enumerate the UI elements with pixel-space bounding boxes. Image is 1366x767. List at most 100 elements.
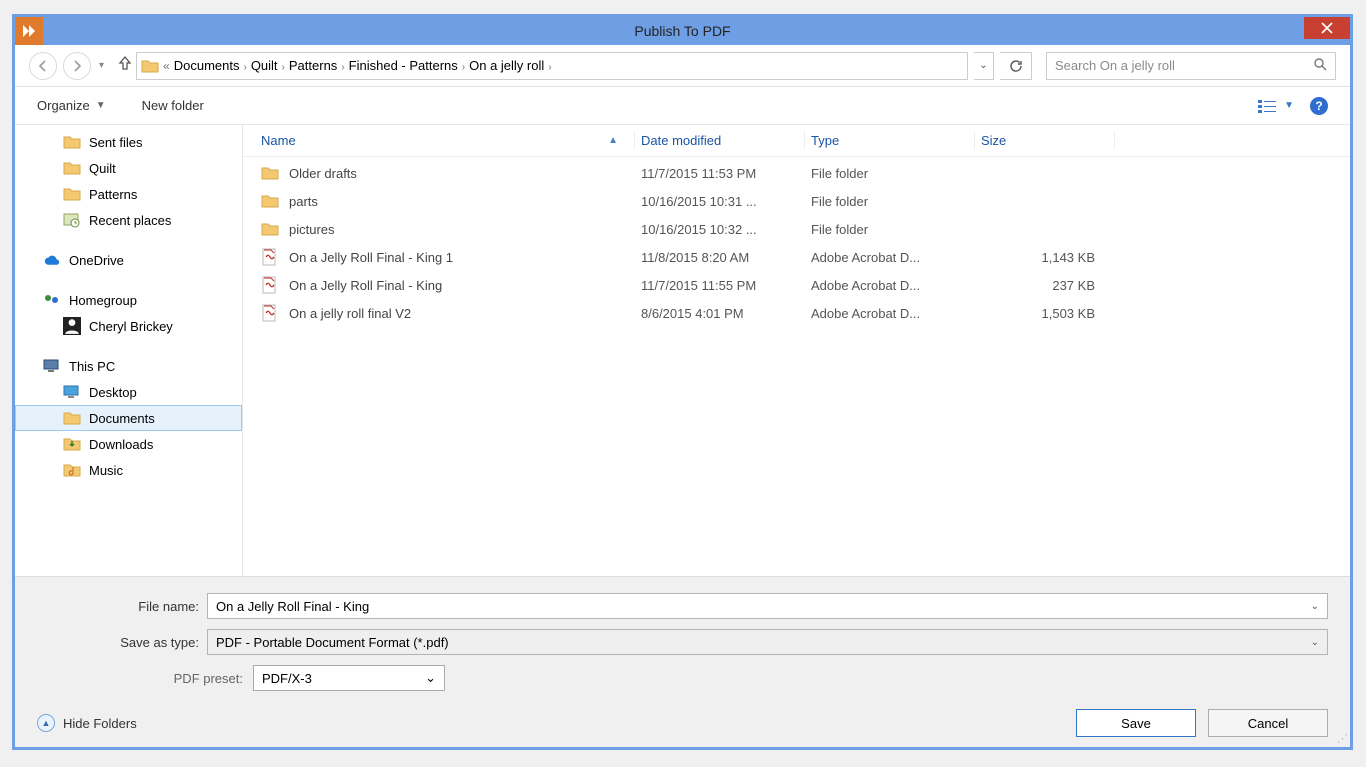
sidebar-item-label: Quilt (89, 161, 116, 176)
saveastype-select[interactable]: PDF - Portable Document Format (*.pdf) ⌄ (207, 629, 1328, 655)
file-date: 10/16/2015 10:31 ... (635, 194, 805, 209)
chevron-up-icon: ▲ (37, 714, 55, 732)
file-name: pictures (289, 222, 335, 237)
sidebar-item[interactable]: Patterns (15, 181, 242, 207)
address-bar[interactable]: « Documents›Quilt›Patterns›Finished - Pa… (136, 52, 968, 80)
up-button[interactable] (112, 55, 130, 76)
address-dropdown[interactable]: ⌄ (974, 52, 994, 80)
sidebar-item-desktop[interactable]: Desktop (15, 379, 242, 405)
recent-places-icon (63, 212, 81, 228)
column-size[interactable]: Size (975, 131, 1115, 150)
sidebar-item-label: Patterns (89, 187, 137, 202)
sidebar[interactable]: Sent files Quilt Patterns Recent places One… (15, 125, 243, 576)
file-type: File folder (805, 222, 975, 237)
column-type[interactable]: Type (805, 131, 975, 150)
organize-menu[interactable]: Organize ▼ (37, 98, 106, 113)
folder-icon (63, 384, 81, 400)
organize-label: Organize (37, 98, 90, 113)
file-row[interactable]: On a Jelly Roll Final - King 11/7/2015 11… (255, 271, 1350, 299)
cancel-label: Cancel (1248, 716, 1288, 731)
file-date: 8/6/2015 4:01 PM (635, 306, 805, 321)
cancel-button[interactable]: Cancel (1208, 709, 1328, 737)
close-button[interactable] (1304, 17, 1350, 39)
pdf-preset-value: PDF/X-3 (262, 671, 312, 686)
chevron-down-icon: ▼ (96, 100, 106, 111)
column-name[interactable]: Name ▲ (255, 131, 635, 150)
sidebar-item[interactable]: Recent places (15, 207, 242, 233)
nav-row: ▾ « Documents›Quilt›Patterns›Finished - … (15, 45, 1350, 87)
breadcrumb-segment[interactable]: Documents (174, 58, 240, 73)
breadcrumb-segment[interactable]: Finished - Patterns (349, 58, 458, 73)
chevron-right-icon: › (544, 62, 555, 73)
sidebar-item-label: Documents (89, 411, 155, 426)
breadcrumb-segment[interactable]: Patterns (289, 58, 337, 73)
sidebar-item-label: Downloads (89, 437, 153, 452)
sidebar-item-label: Recent places (89, 213, 171, 228)
file-name: On a Jelly Roll Final - King (289, 278, 442, 293)
sidebar-item-thispc[interactable]: This PC (15, 353, 242, 379)
hide-folders-toggle[interactable]: ▲ Hide Folders (37, 714, 137, 732)
file-row[interactable]: parts10/16/2015 10:31 ...File folder (255, 187, 1350, 215)
breadcrumb-segment[interactable]: Quilt (251, 58, 278, 73)
column-label: Date modified (641, 133, 721, 148)
back-button[interactable] (29, 52, 57, 80)
body: Sent files Quilt Patterns Recent places One… (15, 125, 1350, 576)
saveastype-value: PDF - Portable Document Format (*.pdf) (216, 635, 449, 650)
file-date: 11/7/2015 11:53 PM (635, 166, 805, 181)
history-dropdown[interactable]: ▾ (97, 60, 106, 71)
folder-icon (63, 186, 81, 202)
file-row[interactable]: pictures10/16/2015 10:32 ...File folder (255, 215, 1350, 243)
sidebar-item-homegroup[interactable]: Homegroup (15, 287, 242, 313)
homegroup-icon (43, 292, 61, 308)
file-type: Adobe Acrobat D... (805, 250, 975, 265)
column-date[interactable]: Date modified (635, 131, 805, 150)
sidebar-item-user[interactable]: Cheryl Brickey (15, 313, 242, 339)
chevron-right-icon: › (458, 62, 469, 73)
help-button[interactable]: ? (1310, 97, 1328, 115)
sidebar-item[interactable]: Sent files (15, 129, 242, 155)
filename-value: On a Jelly Roll Final - King (216, 599, 369, 614)
sidebar-item-label: Cheryl Brickey (89, 319, 173, 334)
file-row[interactable]: On a Jelly Roll Final - King 111/8/2015 … (255, 243, 1350, 271)
save-button[interactable]: Save (1076, 709, 1196, 737)
sidebar-item[interactable]: Quilt (15, 155, 242, 181)
file-size: 1,143 KB (975, 250, 1115, 265)
file-name: parts (289, 194, 318, 209)
sidebar-item-downloads[interactable]: Downloads (15, 431, 242, 457)
saveastype-label: Save as type: (37, 635, 207, 650)
file-row[interactable]: Older drafts11/7/2015 11:53 PMFile folde… (255, 159, 1350, 187)
refresh-button[interactable] (1000, 52, 1032, 80)
new-folder-label: New folder (142, 98, 204, 113)
pdf-preset-select[interactable]: PDF/X-3 ⌄ (253, 665, 445, 691)
file-list[interactable]: Older drafts11/7/2015 11:53 PMFile folde… (243, 157, 1350, 576)
file-type: Adobe Acrobat D... (805, 306, 975, 321)
chevron-down-icon: ⌄ (1311, 637, 1319, 648)
chevron-right-icon: › (337, 62, 348, 73)
folder-icon (63, 134, 81, 150)
view-button[interactable]: ▼ (1258, 99, 1294, 113)
file-size: 237 KB (975, 278, 1115, 293)
filename-input[interactable]: On a Jelly Roll Final - King ⌄ (207, 593, 1328, 619)
new-folder-button[interactable]: New folder (142, 98, 204, 113)
file-row[interactable]: On a jelly roll final V28/6/2015 4:01 PM… (255, 299, 1350, 327)
search-input[interactable] (1055, 58, 1313, 73)
sort-asc-icon: ▲ (608, 135, 618, 146)
chevron-left-double-icon: « (159, 59, 174, 73)
search-box[interactable] (1046, 52, 1336, 80)
file-date: 11/7/2015 11:55 PM (635, 278, 805, 293)
pdf-preset-label: PDF preset: (37, 671, 253, 686)
pdf-icon (261, 277, 279, 293)
breadcrumb-segment[interactable]: On a jelly roll (469, 58, 544, 73)
sidebar-item-label: Desktop (89, 385, 137, 400)
sidebar-item-music[interactable]: Music (15, 457, 242, 483)
resize-grip[interactable]: ⋰ (1337, 732, 1346, 745)
file-type: Adobe Acrobat D... (805, 278, 975, 293)
pdf-icon (261, 305, 279, 321)
file-name: On a Jelly Roll Final - King 1 (289, 250, 453, 265)
sidebar-item-onedrive[interactable]: OneDrive (15, 247, 242, 273)
hide-folders-label: Hide Folders (63, 716, 137, 731)
column-label: Type (811, 133, 839, 148)
forward-button[interactable] (63, 52, 91, 80)
sidebar-item-documents[interactable]: Documents (15, 405, 242, 431)
chevron-right-icon: › (239, 62, 250, 73)
